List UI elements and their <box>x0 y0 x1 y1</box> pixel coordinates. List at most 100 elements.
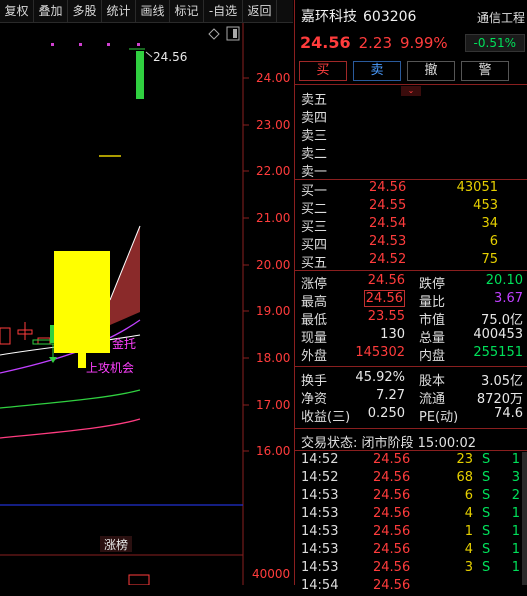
bid-row[interactable]: 买三 24.54 34 <box>295 216 527 235</box>
bid-volume: 6 <box>489 234 498 249</box>
bid-row[interactable]: 买四 24.53 6 <box>295 234 527 253</box>
high-marker: 24.56 <box>153 50 187 64</box>
stat-row: 换手 45.92% 股本 3.05亿 <box>295 370 527 389</box>
stat-label: 现量 <box>301 331 328 346</box>
stat-label: 外盘 <box>301 349 328 364</box>
price-label: 21.00 <box>256 211 290 225</box>
total-volume-value: 400453 <box>473 327 523 342</box>
tick-side: S <box>482 470 491 485</box>
tick-time: 14:53 <box>301 506 339 521</box>
bid-price: 24.52 <box>369 252 407 267</box>
price-label: 24.00 <box>256 71 290 85</box>
pe-value: 74.6 <box>494 406 523 421</box>
stat-row: 净资 7.27 流通 8720万 <box>295 388 527 407</box>
stat-label: 换手 <box>301 374 328 389</box>
tick-count: 2 <box>511 488 520 503</box>
stat-label: 净资 <box>301 392 328 407</box>
toolbar-zixuan[interactable]: -自选 <box>204 0 243 22</box>
bid-row[interactable]: 买一 24.56 43051 <box>295 180 527 199</box>
tick-time: 14:53 <box>301 560 339 575</box>
tick-price: 24.56 <box>373 560 411 575</box>
stat-label: 跌停 <box>419 277 446 292</box>
market-cap-value: 75.0亿 <box>481 313 523 328</box>
ask-label: 卖四 <box>301 111 328 126</box>
high-value-box: 24.56 <box>363 290 405 307</box>
tick-time: 14:53 <box>301 542 339 557</box>
sector-name[interactable]: 通信工程 <box>477 9 525 26</box>
stat-label: 总量 <box>419 331 446 346</box>
tick-count: 1 <box>511 542 520 557</box>
stat-row: 最低 23.55 市值 75.0亿 <box>295 309 527 328</box>
stat-label: 最低 <box>301 313 328 328</box>
tick-row: 14:53 24.56 3 S 1 <box>295 560 527 578</box>
tick-time: 14:54 <box>301 578 339 593</box>
buy-button[interactable]: 买 <box>299 61 347 81</box>
stock-name-row: 嘉环科技 603206 <box>301 6 416 26</box>
kline-chart[interactable]: 24.00 23.00 22.00 21.00 20.00 19.00 18.0… <box>0 0 293 585</box>
tick-row: 14:54 24.56 <box>295 578 527 596</box>
tick-volume: 3 <box>464 560 473 575</box>
tick-volume: 6 <box>464 488 473 503</box>
toolbar-duogu[interactable]: 多股 <box>68 0 102 22</box>
outer-volume-value: 145302 <box>355 345 405 360</box>
stat-label: 市值 <box>419 313 446 328</box>
tick-count: 1 <box>511 524 520 539</box>
scrollbar[interactable] <box>522 452 527 585</box>
toolbar-huaxian[interactable]: 画线 <box>136 0 170 22</box>
collapse-icon[interactable]: ⌄ <box>401 86 421 96</box>
net-assets-value: 7.27 <box>376 388 405 403</box>
tick-count: 1 <box>511 560 520 575</box>
tick-volume: 4 <box>464 542 473 557</box>
float-value: 8720万 <box>476 392 523 407</box>
tick-volume: 23 <box>456 452 473 467</box>
trade-buttons: 买 卖 撤 警 <box>299 61 509 81</box>
stat-label: 流通 <box>419 392 446 407</box>
share-capital-value: 3.05亿 <box>481 374 523 389</box>
zhangbang-tag[interactable]: 涨榜 <box>104 537 128 552</box>
tick-side: S <box>482 524 491 539</box>
stock-name: 嘉环科技 <box>301 9 357 25</box>
chart-toolbar: 复权 叠加 多股 统计 画线 标记 -自选 返回 <box>0 0 293 23</box>
stat-row: 现量 130 总量 400453 <box>295 327 527 346</box>
annotation-tuo: 金托 <box>112 336 136 351</box>
eps-value: 0.250 <box>367 406 405 421</box>
tick-row: 14:52 24.56 23 S 1 <box>295 452 527 470</box>
bid-label: 买三 <box>301 220 328 235</box>
stat-row: 涨停 24.56 跌停 20.10 <box>295 273 527 292</box>
tick-price: 24.56 <box>373 470 411 485</box>
stat-row: 最高 24.56 量比 3.67 <box>295 290 527 310</box>
toolbar-fuquan[interactable]: 复权 <box>0 0 34 22</box>
tick-price: 24.56 <box>373 578 411 593</box>
toolbar-biaoji[interactable]: 标记 <box>170 0 204 22</box>
bid-label: 买一 <box>301 184 328 199</box>
trading-status: 交易状态: 闭市阶段 15:00:02 <box>301 436 477 451</box>
tick-side: S <box>482 452 491 467</box>
tick-time: 14:52 <box>301 470 339 485</box>
stat-row: 外盘 145302 内盘 255151 <box>295 345 527 364</box>
price-label: 16.00 <box>256 444 290 458</box>
price-row: 24.56 2.23 9.99% <box>300 33 456 52</box>
alert-button[interactable]: 警 <box>461 61 509 81</box>
tick-price: 24.56 <box>373 524 411 539</box>
tick-side: S <box>482 560 491 575</box>
inner-volume-value: 255151 <box>473 345 523 360</box>
tick-count: 1 <box>511 452 520 467</box>
tick-price: 24.56 <box>373 542 411 557</box>
toolbar-fanhui[interactable]: 返回 <box>243 0 277 22</box>
current-volume-value: 130 <box>380 327 405 342</box>
bid-volume: 34 <box>481 216 498 231</box>
bid-row[interactable]: 买二 24.55 453 <box>295 198 527 217</box>
bid-price: 24.56 <box>369 180 407 195</box>
sell-button[interactable]: 卖 <box>353 61 401 81</box>
tick-volume: 1 <box>464 524 473 539</box>
toolbar-diejia[interactable]: 叠加 <box>34 0 68 22</box>
tick-time: 14:52 <box>301 452 339 467</box>
price-label: 20.00 <box>256 258 290 272</box>
sector-change: -0.51% <box>464 34 525 52</box>
cancel-button[interactable]: 撤 <box>407 61 455 81</box>
toolbar-tongji[interactable]: 统计 <box>102 0 136 22</box>
volume-ratio-value: 3.67 <box>494 291 523 306</box>
bid-row[interactable]: 买五 24.52 75 <box>295 252 527 271</box>
tick-time: 14:53 <box>301 524 339 539</box>
bid-label: 买四 <box>301 238 328 253</box>
